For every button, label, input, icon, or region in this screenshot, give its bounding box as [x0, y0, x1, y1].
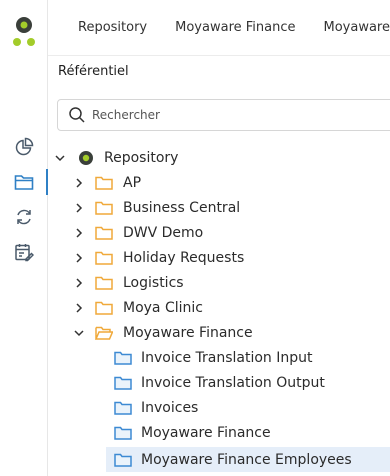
- repository-icon: [78, 150, 96, 166]
- tree-folder-expanded[interactable]: Moyaware Finance: [48, 320, 390, 345]
- calendar-edit-icon: [14, 244, 34, 262]
- folder-icon: [95, 300, 113, 316]
- repo-item-icon: [114, 452, 132, 468]
- folder-icon: [95, 250, 113, 266]
- tree-label: Holiday Requests: [123, 249, 245, 266]
- search-box: [57, 99, 390, 131]
- chevron-right-icon[interactable]: [73, 277, 85, 289]
- rail-planner[interactable]: [0, 235, 47, 269]
- folder-icon: [95, 175, 113, 191]
- tree-label: Moyaware Finance Employees: [141, 451, 352, 468]
- folder-icon: [95, 225, 113, 241]
- tree-label: Logistics: [123, 274, 184, 291]
- sync-icon: [16, 209, 31, 225]
- tree-label: Invoices: [141, 399, 199, 416]
- folder-icon: [14, 175, 33, 190]
- panel-title: Référentiel: [58, 64, 129, 79]
- chevron-right-icon[interactable]: [73, 252, 85, 264]
- chevron-down-icon[interactable]: [73, 327, 85, 339]
- nav-rail: [0, 0, 48, 476]
- chevron-right-icon[interactable]: [73, 202, 85, 214]
- chevron-right-icon[interactable]: [73, 177, 85, 189]
- tree-repo-item-selected[interactable]: Moyaware Finance Employees: [106, 447, 390, 472]
- breadcrumb: Repository Moyaware Finance Moyaware Fin…: [48, 0, 390, 56]
- search-icon: [69, 107, 85, 123]
- tree-folder[interactable]: Moya Clinic: [48, 295, 390, 320]
- folder-icon: [95, 275, 113, 291]
- pie-chart-icon: [15, 137, 33, 156]
- tree-folder[interactable]: DWV Demo: [48, 220, 390, 245]
- tree-label: Moyaware Finance: [123, 324, 253, 341]
- repo-item-icon: [114, 425, 132, 441]
- tree-root-repository[interactable]: Repository: [48, 145, 390, 170]
- tree-label: AP: [123, 174, 142, 191]
- rail-repository[interactable]: [0, 165, 48, 199]
- tree-label: DWV Demo: [123, 224, 204, 241]
- repo-item-icon: [114, 350, 132, 366]
- tree-folder[interactable]: Business Central: [48, 195, 390, 220]
- repo-item-icon: [114, 375, 132, 391]
- tree-folder[interactable]: AP: [48, 170, 390, 195]
- tree-label: Moya Clinic: [123, 299, 203, 316]
- breadcrumb-item-repository[interactable]: Repository: [78, 20, 147, 35]
- folder-icon: [95, 200, 113, 216]
- rail-dashboard[interactable]: [0, 130, 47, 164]
- app-logo[interactable]: [10, 14, 38, 48]
- tree-label: Repository: [104, 149, 179, 166]
- chevron-down-icon[interactable]: [54, 152, 66, 164]
- breadcrumb-item-moyaware-finance[interactable]: Moyaware Finance: [175, 20, 295, 35]
- tree-label: Business Central: [123, 199, 241, 216]
- tree-label: Moyaware Finance: [141, 424, 271, 441]
- breadcrumb-item-current[interactable]: Moyaware Finance: [324, 20, 390, 35]
- tree-repo-item[interactable]: Invoices: [48, 395, 390, 420]
- chevron-right-icon[interactable]: [73, 227, 85, 239]
- search-input[interactable]: [92, 108, 372, 122]
- tree-label: Invoice Translation Output: [141, 374, 325, 391]
- tree-folder[interactable]: Holiday Requests: [48, 245, 390, 270]
- chevron-right-icon[interactable]: [73, 302, 85, 314]
- tree-folder[interactable]: Logistics: [48, 270, 390, 295]
- repo-item-icon: [114, 400, 132, 416]
- folder-open-icon: [95, 325, 113, 341]
- tree-repo-item[interactable]: Moyaware Finance: [48, 420, 390, 445]
- tree-repo-item[interactable]: Invoice Translation Input: [48, 345, 390, 370]
- tree-label: Invoice Translation Input: [141, 349, 313, 366]
- tree-repo-item[interactable]: Invoice Translation Output: [48, 370, 390, 395]
- rail-sync[interactable]: [0, 200, 47, 234]
